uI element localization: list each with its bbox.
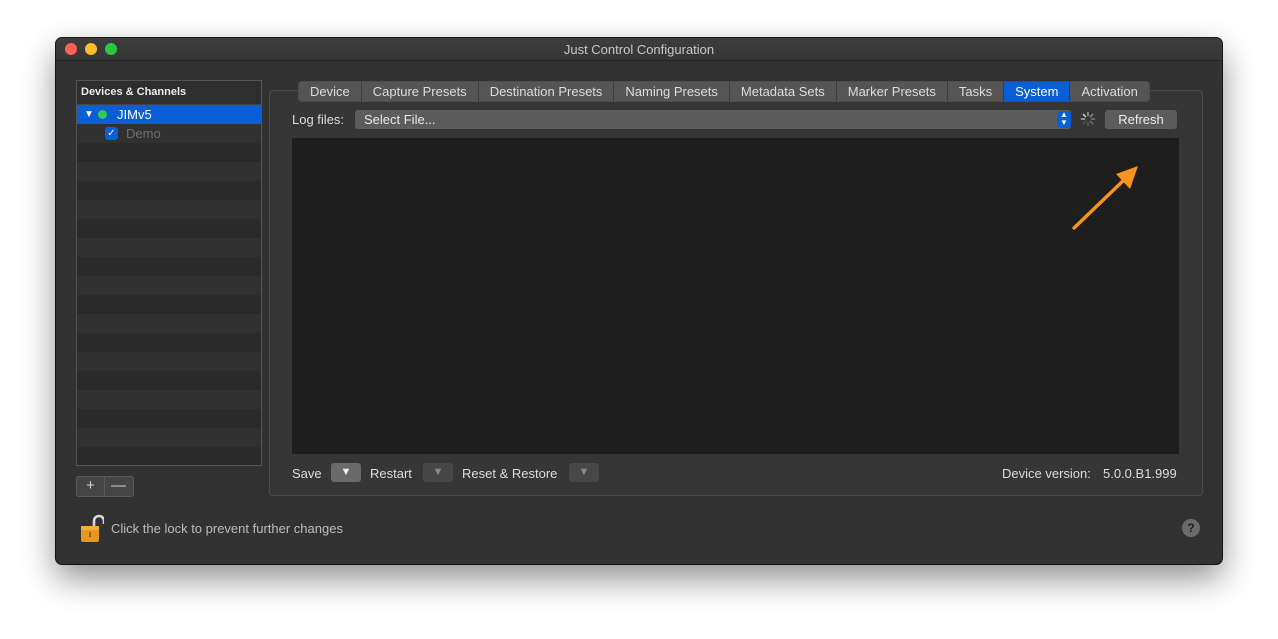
orange-arrow-icon [1072, 166, 1138, 230]
tab-bar: Device Capture Presets Destination Prese… [298, 81, 1150, 102]
unlocked-padlock-icon[interactable] [80, 514, 104, 544]
tab-metadata-sets[interactable]: Metadata Sets [729, 82, 837, 101]
status-online-icon [98, 110, 107, 119]
list-striped-background [77, 105, 261, 465]
sidebar-item-device[interactable]: ▼ JIMv5 [77, 105, 261, 124]
sidebar-item-channel[interactable]: ✓ Demo [77, 124, 261, 143]
tab-destination-presets[interactable]: Destination Presets [478, 82, 615, 101]
tab-activation[interactable]: Activation [1070, 82, 1149, 101]
tab-marker-presets[interactable]: Marker Presets [836, 82, 948, 101]
add-remove-control: + — [76, 476, 134, 497]
app-window: Just Control Configuration Devices & Cha… [56, 38, 1222, 564]
devices-channels-header: Devices & Channels [77, 81, 261, 105]
restart-label: Restart [370, 466, 412, 481]
channel-label: Demo [126, 126, 161, 141]
refresh-button[interactable]: Refresh [1105, 110, 1177, 129]
log-files-label: Log files: [292, 112, 345, 127]
log-file-select[interactable]: Select File... ▲ ▼ [355, 110, 1071, 129]
add-device-button[interactable]: + [77, 477, 105, 496]
reset-restore-label: Reset & Restore [462, 466, 558, 481]
tab-naming-presets[interactable]: Naming Presets [614, 82, 730, 101]
device-version-value: 5.0.0.B1.999 [1103, 466, 1177, 481]
tab-system[interactable]: System [1004, 82, 1071, 101]
log-file-select-value: Select File... [364, 112, 436, 127]
tab-device[interactable]: Device [299, 82, 362, 101]
channel-checkbox[interactable]: ✓ [105, 127, 118, 140]
title-bar[interactable]: Just Control Configuration [56, 38, 1222, 61]
devices-channels-list: Devices & Channels ▼ JIMv5 ✓ Demo [76, 80, 262, 466]
help-button[interactable]: ? [1182, 519, 1200, 537]
disclosure-triangle-icon[interactable]: ▼ [84, 105, 94, 124]
device-version-label: Device version: [1002, 466, 1091, 481]
tab-capture-presets[interactable]: Capture Presets [361, 82, 479, 101]
tab-tasks[interactable]: Tasks [947, 82, 1005, 101]
window-title: Just Control Configuration [563, 42, 715, 57]
device-label: JIMv5 [117, 107, 152, 122]
loading-spinner-icon [1080, 111, 1096, 127]
restart-dropdown-button[interactable]: ▼ [423, 463, 453, 482]
reset-restore-dropdown-button[interactable]: ▼ [569, 463, 599, 482]
save-label: Save [292, 466, 322, 481]
lock-message: Click the lock to prevent further change… [111, 521, 343, 536]
remove-device-button[interactable]: — [105, 477, 132, 496]
log-viewer[interactable] [292, 138, 1179, 454]
chevron-updown-icon: ▲ ▼ [1057, 111, 1071, 128]
save-dropdown-button[interactable]: ▼ [331, 463, 361, 482]
